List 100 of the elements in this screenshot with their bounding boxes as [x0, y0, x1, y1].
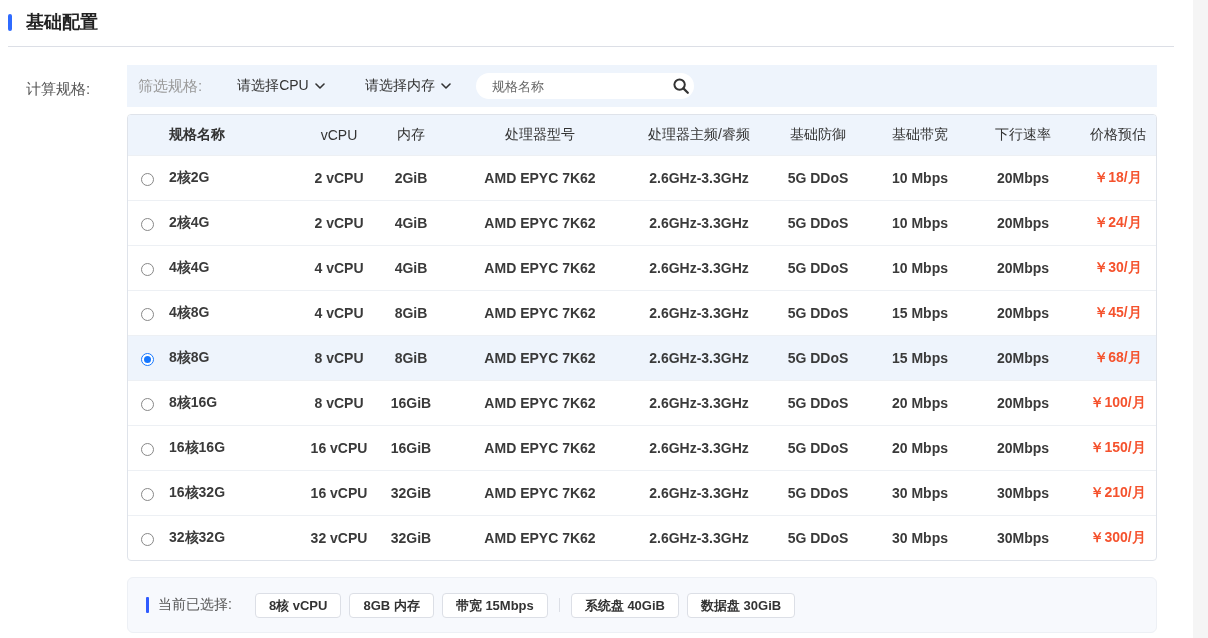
- table-cell: 20Mbps: [967, 335, 1079, 381]
- table-cell: 2.6GHz-3.3GHz: [635, 200, 763, 246]
- table-cell: 2 vCPU: [301, 200, 377, 246]
- column-header: 下行速率: [967, 115, 1079, 156]
- table-cell: AMD EPYC 7K62: [445, 155, 635, 201]
- radio-button[interactable]: [141, 487, 154, 501]
- table-cell: 2核4G: [161, 200, 301, 246]
- dropdown[interactable]: 请选择内存: [364, 77, 451, 95]
- table-cell: ￥30/月: [1079, 245, 1156, 291]
- selection-tag: 数据盘 30GiB: [686, 592, 796, 618]
- table-cell: 16 vCPU: [301, 425, 377, 471]
- table-cell: ￥150/月: [1079, 425, 1156, 471]
- column-header: 基础防御: [763, 115, 873, 156]
- radio-button[interactable]: [141, 397, 154, 411]
- table-cell: 2.6GHz-3.3GHz: [635, 245, 763, 291]
- table-cell: 5G DDoS: [763, 425, 873, 471]
- section-title: 基础配置: [26, 10, 98, 34]
- table-cell: 2核2G: [161, 155, 301, 201]
- table-cell: AMD EPYC 7K62: [445, 380, 635, 426]
- radio-button[interactable]: [141, 217, 154, 231]
- selection-tag: 8GB 内存: [349, 592, 434, 618]
- accent-bar: [8, 13, 12, 31]
- radio-button[interactable]: [141, 172, 154, 186]
- radio-button[interactable]: [141, 262, 154, 276]
- table-cell: 2GiB: [377, 155, 445, 201]
- column-header: 处理器型号: [445, 115, 635, 156]
- dropdown[interactable]: 请选择CPU: [237, 77, 325, 95]
- table-cell: 5G DDoS: [763, 200, 873, 246]
- table-cell: 10 Mbps: [873, 155, 967, 201]
- table-cell: ￥210/月: [1079, 470, 1156, 516]
- column-header: vCPU: [301, 115, 377, 156]
- chevron-down-icon: [314, 83, 325, 89]
- table-cell: 20Mbps: [967, 245, 1079, 291]
- table-cell: 15 Mbps: [873, 335, 967, 381]
- table-cell: 20 Mbps: [873, 425, 967, 471]
- column-header: 内存: [377, 115, 445, 156]
- radio-button[interactable]: [141, 307, 154, 321]
- table-cell: 20Mbps: [967, 155, 1079, 201]
- table-cell: 5G DDoS: [763, 470, 873, 516]
- selection-tag: 带宽 15Mbps: [441, 592, 548, 618]
- table-cell: 16 vCPU: [301, 470, 377, 516]
- table-cell: 32GiB: [377, 470, 445, 516]
- table-cell: 8核8G: [161, 335, 301, 381]
- table-cell: 8核16G: [161, 380, 301, 426]
- field-label: 计算规格:: [25, 79, 92, 99]
- column-header: 价格预估: [1079, 115, 1156, 156]
- table-cell: 32 vCPU: [301, 515, 377, 560]
- table-cell: 16核32G: [161, 470, 301, 516]
- radio-button[interactable]: [141, 442, 154, 456]
- table-cell: 20Mbps: [967, 380, 1079, 426]
- table-cell: 20Mbps: [967, 425, 1079, 471]
- table-cell: 2.6GHz-3.3GHz: [635, 425, 763, 471]
- table-cell: 2 vCPU: [301, 155, 377, 201]
- table-cell: 2.6GHz-3.3GHz: [635, 470, 763, 516]
- table-cell: 8GiB: [377, 335, 445, 381]
- column-header: 处理器主频/睿频: [635, 115, 763, 156]
- table-cell: ￥100/月: [1079, 380, 1156, 426]
- table-cell: AMD EPYC 7K62: [445, 200, 635, 246]
- selection-tag: 8核 vCPU: [254, 592, 342, 618]
- table-cell: 5G DDoS: [763, 335, 873, 381]
- chevron-down-icon: [440, 83, 451, 89]
- table-cell: AMD EPYC 7K62: [445, 245, 635, 291]
- table-cell: 5G DDoS: [763, 515, 873, 560]
- table-cell: 5G DDoS: [763, 380, 873, 426]
- accent-bar: [146, 597, 149, 613]
- table-cell: 32核32G: [161, 515, 301, 560]
- table-cell: 10 Mbps: [873, 200, 967, 246]
- table-cell: AMD EPYC 7K62: [445, 515, 635, 560]
- table-cell: ￥68/月: [1079, 335, 1156, 381]
- table-cell: 4GiB: [377, 200, 445, 246]
- table-cell: 2.6GHz-3.3GHz: [635, 335, 763, 381]
- filter-label: 筛选规格:: [138, 76, 203, 96]
- table-cell: 2.6GHz-3.3GHz: [635, 515, 763, 560]
- selection-tag: 系统盘 40GiB: [570, 592, 679, 618]
- table-cell: 4 vCPU: [301, 245, 377, 291]
- table-cell: AMD EPYC 7K62: [445, 425, 635, 471]
- table-cell: 4GiB: [377, 245, 445, 291]
- table-cell: 20 Mbps: [873, 380, 967, 426]
- search-icon[interactable]: [673, 78, 689, 94]
- table-cell: 30Mbps: [967, 515, 1079, 560]
- table-cell: AMD EPYC 7K62: [445, 470, 635, 516]
- table-cell: 4核4G: [161, 245, 301, 291]
- table-cell: 8 vCPU: [301, 380, 377, 426]
- table-cell: 30 Mbps: [873, 515, 967, 560]
- search-field[interactable]: 规格名称: [475, 73, 694, 99]
- table-cell: 2.6GHz-3.3GHz: [635, 155, 763, 201]
- table-cell: AMD EPYC 7K62: [445, 335, 635, 381]
- table-cell: 8 vCPU: [301, 335, 377, 381]
- column-header: 基础带宽: [873, 115, 967, 156]
- radio-button[interactable]: [141, 352, 154, 366]
- table-cell: 16核16G: [161, 425, 301, 471]
- radio-button[interactable]: [141, 532, 154, 546]
- table-cell: 30 Mbps: [873, 470, 967, 516]
- table-cell: 5G DDoS: [763, 245, 873, 291]
- summary-label: 当前已选择:: [158, 596, 232, 614]
- table-cell: 32GiB: [377, 515, 445, 560]
- table-cell: ￥300/月: [1079, 515, 1156, 560]
- table-cell: ￥18/月: [1079, 155, 1156, 201]
- column-header: 规格名称: [161, 115, 301, 156]
- table-cell: 5G DDoS: [763, 155, 873, 201]
